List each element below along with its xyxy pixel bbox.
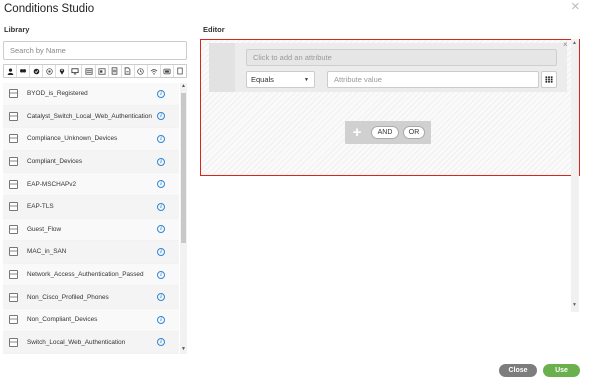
- editor-box: Click to add an attribute Equals ▼ Attri…: [200, 39, 580, 176]
- condition-icon: [9, 247, 18, 257]
- dictionary-grid-button[interactable]: [541, 71, 557, 88]
- condition-drop-area[interactable]: + AND OR: [203, 93, 576, 173]
- info-icon[interactable]: i: [157, 270, 165, 279]
- library-item[interactable]: Catalyst_Switch_Local_Web_Authentication…: [3, 105, 179, 129]
- condition-icon: [9, 157, 18, 167]
- library-item[interactable]: Guest_Flow i: [3, 218, 179, 242]
- condition-icon: [9, 292, 18, 302]
- info-icon[interactable]: i: [157, 293, 165, 302]
- library-item[interactable]: EAP-TLS i: [3, 195, 179, 219]
- library-item[interactable]: Compliant_Devices i: [3, 150, 179, 174]
- user-icon[interactable]: [4, 65, 18, 77]
- scroll-up-icon[interactable]: ▲: [181, 84, 186, 89]
- library-item[interactable]: Network_Access_Authentication_Passed i: [3, 263, 179, 287]
- library-item-name: Switch_Local_Web_Authentication: [27, 338, 126, 346]
- library-item[interactable]: Non_Cisco_Profiled_Phones i: [3, 286, 179, 309]
- library-item[interactable]: BYOD_is_Registered i: [3, 83, 179, 106]
- library-label: Library: [4, 25, 30, 34]
- info-icon[interactable]: i: [157, 338, 165, 347]
- info-icon[interactable]: i: [157, 315, 165, 324]
- library-list: BYOD_is_Registered i Catalyst_Switch_Local…: [3, 83, 179, 355]
- condition-icon: [9, 134, 18, 144]
- scroll-up-icon[interactable]: ▲: [572, 41, 577, 46]
- condition-icon: [9, 89, 18, 99]
- plus-icon[interactable]: +: [349, 121, 365, 144]
- scroll-down-icon[interactable]: ▼: [181, 347, 186, 352]
- condition-icon: [9, 337, 18, 347]
- info-icon[interactable]: i: [157, 89, 165, 98]
- add-condition-group: + AND OR: [345, 121, 431, 144]
- or-button[interactable]: OR: [403, 126, 425, 139]
- attribute-value-input[interactable]: Attribute value: [327, 71, 539, 88]
- chevron-down-icon: ▼: [304, 76, 309, 83]
- library-item-name: MAC_in_SAN: [27, 248, 67, 256]
- target-icon[interactable]: [43, 65, 57, 77]
- editor-label: Editor: [203, 25, 225, 34]
- close-icon[interactable]: ×: [571, 0, 580, 14]
- filter-icon-bar: [3, 64, 187, 78]
- info-icon[interactable]: i: [157, 112, 165, 121]
- library-item-name: Network_Access_Authentication_Passed: [27, 271, 144, 279]
- page-icon[interactable]: [174, 65, 186, 77]
- library-item-name: Non_Cisco_Profiled_Phones: [27, 293, 109, 301]
- condition-icon: [9, 202, 18, 212]
- document-icon[interactable]: [122, 65, 135, 77]
- library-item[interactable]: Switch_Local_Web_Authentication i: [3, 331, 179, 355]
- library-item[interactable]: Non_Compliant_Devices i: [3, 308, 179, 332]
- shield-icon[interactable]: [30, 65, 44, 77]
- scroll-down-icon[interactable]: ▼: [572, 303, 577, 308]
- server-icon[interactable]: [109, 65, 122, 77]
- library-item[interactable]: EAP-MSCHAPv2 i: [3, 173, 179, 196]
- library-item-name: Non_Compliant_Devices: [27, 316, 98, 324]
- monitor-icon[interactable]: [69, 65, 83, 77]
- library-item-name: BYOD_is_Registered: [27, 90, 88, 98]
- close-button[interactable]: Close: [499, 364, 537, 377]
- operator-select[interactable]: Equals ▼: [246, 71, 315, 88]
- info-icon[interactable]: i: [157, 202, 165, 211]
- library-item-name: Compliant_Devices: [27, 158, 83, 166]
- info-icon[interactable]: i: [157, 180, 165, 189]
- grid-icon: [545, 76, 553, 83]
- info-icon[interactable]: i: [157, 247, 165, 256]
- condition-icon: [9, 111, 18, 121]
- info-icon[interactable]: i: [157, 157, 165, 166]
- info-icon[interactable]: i: [157, 225, 165, 234]
- library-scrollbar[interactable]: ▲ ▼: [180, 83, 187, 354]
- and-button[interactable]: AND: [371, 126, 399, 139]
- condition-icon: [9, 179, 18, 189]
- search-input[interactable]: [3, 41, 187, 60]
- wifi-icon[interactable]: [148, 65, 161, 77]
- device-icon[interactable]: [161, 65, 175, 77]
- library-item-name: EAP-MSCHAPv2: [27, 180, 77, 188]
- operator-value: Equals: [251, 75, 274, 84]
- group-icon[interactable]: [17, 65, 31, 77]
- library-item-name: Guest_Flow: [27, 225, 62, 233]
- condition-icon: [9, 270, 18, 280]
- condition-icon: [9, 224, 18, 234]
- library-item-name: Catalyst_Switch_Local_Web_Authentication: [27, 112, 152, 120]
- use-button[interactable]: Use: [543, 364, 580, 377]
- library-item[interactable]: MAC_in_SAN i: [3, 241, 179, 264]
- library-item-name: Compliance_Unknown_Devices: [27, 135, 118, 143]
- condition-icon: [9, 315, 18, 325]
- library-item-name: EAP-TLS: [27, 203, 54, 211]
- location-icon[interactable]: [56, 65, 70, 77]
- editor-scrollbar[interactable]: ▲ ▼: [571, 39, 579, 312]
- remove-condition-icon[interactable]: ×: [563, 41, 568, 49]
- list-icon[interactable]: [82, 65, 96, 77]
- info-icon[interactable]: i: [157, 134, 165, 143]
- dialog-title: Conditions Studio: [4, 3, 95, 15]
- drag-handle[interactable]: [209, 43, 235, 92]
- condition-row: Click to add an attribute Equals ▼ Attri…: [209, 43, 567, 92]
- card-icon[interactable]: [96, 65, 109, 77]
- library-item[interactable]: Compliance_Unknown_Devices i: [3, 128, 179, 151]
- clock-icon[interactable]: [135, 65, 148, 77]
- attribute-field[interactable]: Click to add an attribute: [246, 49, 557, 66]
- scroll-thumb[interactable]: [181, 93, 186, 243]
